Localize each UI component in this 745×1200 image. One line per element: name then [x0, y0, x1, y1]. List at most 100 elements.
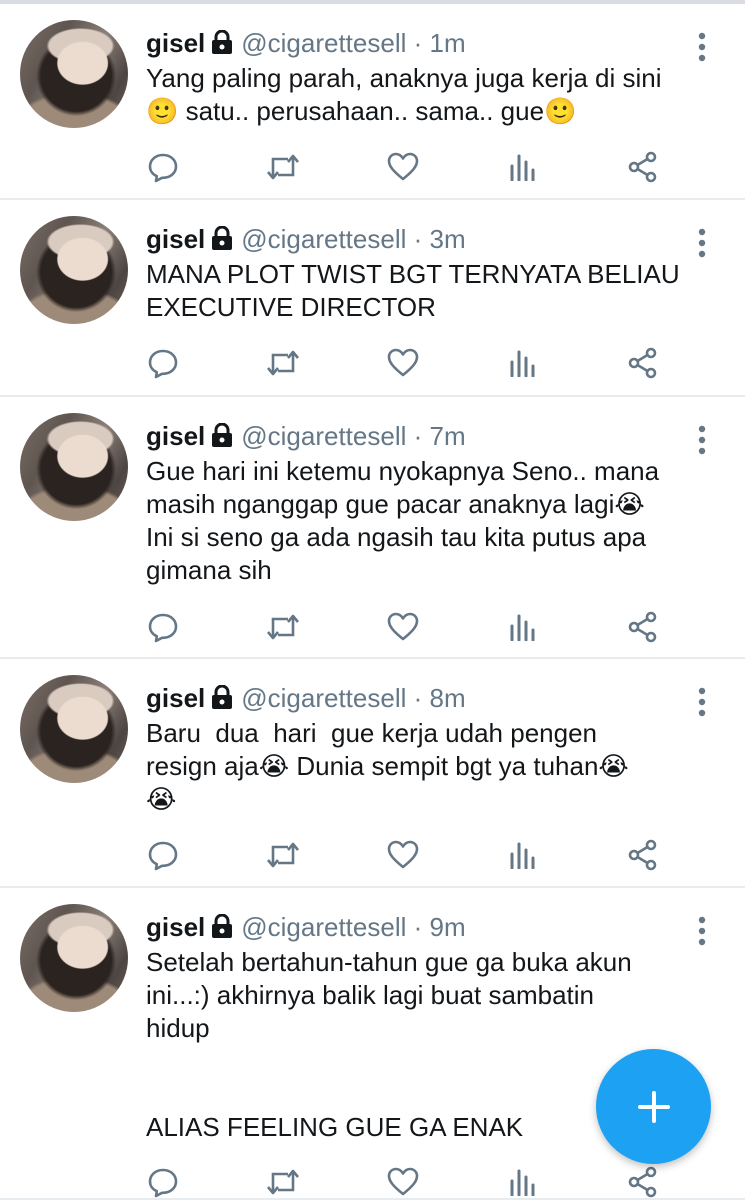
like-button[interactable]	[386, 346, 420, 380]
more-options-icon[interactable]	[692, 228, 712, 258]
user-handle[interactable]: @cigarettesell	[241, 421, 406, 451]
tweet-text: Baru dua hari gue kerja udah pengen resig…	[146, 717, 726, 816]
more-options-icon[interactable]	[692, 425, 712, 455]
tweet-text: Gue hari ini ketemu nyokapnya Seno.. man…	[146, 455, 726, 587]
avatar[interactable]	[20, 20, 128, 128]
user-handle[interactable]: @cigarettesell	[241, 224, 406, 254]
tweet[interactable]: gisel @cigarettesell · 1m Yang paling para…	[0, 4, 745, 200]
separator-dot: ·	[413, 912, 423, 942]
tweet-text-line: hidup	[146, 1013, 210, 1043]
tweet-text-line: resign aja😭 Dunia sempit bgt ya tuhan😭	[146, 751, 629, 781]
reply-icon	[147, 1166, 179, 1198]
share-button[interactable]	[626, 150, 660, 184]
share-icon	[627, 151, 659, 183]
retweet-button[interactable]	[266, 150, 300, 184]
share-button[interactable]	[626, 346, 660, 380]
retweet-icon	[265, 348, 301, 378]
tweet-timestamp[interactable]: 7m	[430, 421, 466, 451]
avatar[interactable]	[20, 675, 128, 783]
analytics-button[interactable]	[506, 346, 540, 380]
retweet-button[interactable]	[266, 346, 300, 380]
more-options-icon[interactable]	[692, 32, 712, 62]
tweet-timestamp[interactable]: 8m	[430, 683, 466, 713]
retweet-button[interactable]	[266, 610, 300, 644]
tweet-text-line: Yang paling parah, anaknya juga kerja di…	[146, 63, 662, 93]
user-handle[interactable]: @cigarettesell	[241, 912, 406, 942]
analytics-icon	[509, 1168, 537, 1196]
tweet-actions	[146, 346, 676, 380]
user-handle[interactable]: @cigarettesell	[241, 28, 406, 58]
tweet-text-line: 😭	[146, 784, 177, 814]
reply-icon	[147, 611, 179, 643]
tweet[interactable]: gisel @cigarettesell · 7m Gue hari ini ket…	[0, 397, 745, 659]
more-options-icon[interactable]	[692, 916, 712, 946]
display-name[interactable]: gisel	[146, 28, 205, 58]
avatar[interactable]	[20, 904, 128, 1012]
reply-button[interactable]	[146, 838, 180, 872]
retweet-icon	[265, 612, 301, 642]
heart-icon	[387, 840, 419, 870]
reply-button[interactable]	[146, 150, 180, 184]
lock-icon	[209, 683, 235, 717]
tweet-text: MANA PLOT TWIST BGT TERNYATA BELIAU EXECU…	[146, 258, 726, 324]
tweet-text-line: Setelah bertahun-tahun gue ga buka akun	[146, 947, 632, 977]
tweet-text-line: EXECUTIVE DIRECTOR	[146, 292, 436, 322]
display-name[interactable]: gisel	[146, 421, 205, 451]
tweet-text-line: Ini si seno ga ada ngasih tau kita putus…	[146, 522, 647, 552]
avatar[interactable]	[20, 216, 128, 324]
tweet-text: Yang paling parah, anaknya juga kerja di…	[146, 62, 726, 128]
plus-icon	[637, 1090, 670, 1123]
separator-dot: ·	[413, 683, 423, 713]
tweet-actions	[146, 838, 676, 872]
reply-icon	[147, 151, 179, 183]
analytics-button[interactable]	[506, 610, 540, 644]
reply-button[interactable]	[146, 1165, 180, 1199]
separator-dot: ·	[413, 421, 423, 451]
tweet-timestamp[interactable]: 3m	[430, 224, 466, 254]
analytics-button[interactable]	[506, 838, 540, 872]
avatar[interactable]	[20, 413, 128, 521]
lock-icon	[209, 421, 235, 455]
tweet-text-line: 🙂 satu.. perusahaan.. sama.. gue🙂	[146, 96, 577, 126]
retweet-button[interactable]	[266, 1165, 300, 1199]
like-button[interactable]	[386, 150, 420, 184]
more-options-icon[interactable]	[692, 687, 712, 717]
analytics-icon	[509, 153, 537, 181]
tweet-text-line: gimana sih	[146, 555, 272, 585]
analytics-icon	[509, 613, 537, 641]
reply-icon	[147, 839, 179, 871]
display-name[interactable]: gisel	[146, 683, 205, 713]
tweet-header: gisel @cigarettesell · 8m	[146, 681, 466, 717]
retweet-icon	[265, 152, 301, 182]
share-button[interactable]	[626, 610, 660, 644]
analytics-button[interactable]	[506, 1165, 540, 1199]
separator-dot: ·	[413, 28, 423, 58]
reply-button[interactable]	[146, 610, 180, 644]
like-button[interactable]	[386, 610, 420, 644]
analytics-button[interactable]	[506, 150, 540, 184]
like-button[interactable]	[386, 1165, 420, 1199]
reply-button[interactable]	[146, 346, 180, 380]
tweet-actions	[146, 610, 676, 644]
tweet[interactable]: gisel @cigarettesell · 8m Baru dua hari gu…	[0, 659, 745, 888]
compose-tweet-button[interactable]	[596, 1049, 711, 1164]
tweet-text-line: Baru dua hari gue kerja udah pengen	[146, 718, 598, 748]
separator-dot: ·	[413, 224, 423, 254]
like-button[interactable]	[386, 838, 420, 872]
heart-icon	[387, 348, 419, 378]
tweet-timestamp[interactable]: 9m	[430, 912, 466, 942]
tweet-timestamp[interactable]: 1m	[430, 28, 466, 58]
display-name[interactable]: gisel	[146, 912, 205, 942]
tweet-text-line: Gue hari ini ketemu nyokapnya Seno.. man…	[146, 456, 660, 486]
tweet-actions	[146, 150, 676, 184]
share-icon	[627, 611, 659, 643]
share-button[interactable]	[626, 838, 660, 872]
share-button[interactable]	[626, 1165, 660, 1199]
share-icon	[627, 347, 659, 379]
lock-icon	[209, 912, 235, 946]
retweet-button[interactable]	[266, 838, 300, 872]
display-name[interactable]: gisel	[146, 224, 205, 254]
tweet-text-line: ini...:) akhirnya balik lagi buat sambat…	[146, 980, 595, 1010]
user-handle[interactable]: @cigarettesell	[241, 683, 406, 713]
tweet[interactable]: gisel @cigarettesell · 3m MANA PLOT TWIST …	[0, 200, 745, 397]
